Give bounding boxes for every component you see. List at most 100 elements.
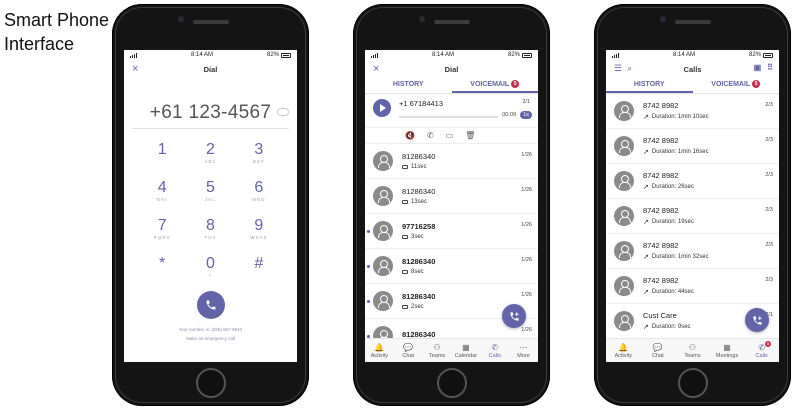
keypad-letters: JKL: [205, 197, 216, 202]
playback-slider[interactable]: [399, 116, 498, 118]
keypad-key-9[interactable]: *: [138, 255, 186, 285]
mute-icon[interactable]: 🔇: [405, 131, 415, 140]
caller-number: 81286340: [402, 330, 436, 338]
outgoing-call-icon: ↗: [643, 219, 649, 226]
home-button[interactable]: [677, 368, 708, 398]
call-history-row[interactable]: 8742 8982 ↗ Duration: 1min 32sec 2/3: [606, 234, 779, 269]
keypad-key-7[interactable]: 8 TUV: [186, 217, 234, 247]
call-button[interactable]: [196, 291, 225, 319]
active-voicemail[interactable]: +1 67184413 2/1 00:09 1x: [365, 94, 538, 128]
nav-calendar[interactable]: ▦ Calendar: [451, 339, 480, 362]
nav-activity[interactable]: 🔔 Activity: [365, 339, 394, 362]
contacts-icon[interactable]: ▣: [754, 63, 762, 72]
voicemail-row[interactable]: 81286340 8sec 1/26: [365, 249, 538, 284]
voicemail-badge: 5: [752, 80, 761, 88]
tab-history[interactable]: HISTORY: [365, 78, 452, 93]
avatar: [614, 276, 634, 296]
nav-calls[interactable]: ✆ Calls 5: [744, 339, 779, 362]
menu-icon[interactable]: ☰: [614, 63, 622, 73]
caller-number: 81286340: [402, 292, 436, 301]
voicemail-row[interactable]: 81286340 13sec 1/26: [365, 179, 538, 214]
keypad-key-6[interactable]: 7 PQRS: [138, 217, 186, 247]
close-icon[interactable]: ×: [132, 63, 138, 75]
close-icon[interactable]: ×: [373, 63, 379, 75]
play-icon[interactable]: [373, 99, 391, 117]
contact-card-icon[interactable]: ▭: [446, 131, 454, 140]
call-duration-line: ↗ Duration: 9sec: [643, 323, 691, 331]
nav-calls[interactable]: ✆ Calls: [480, 339, 509, 362]
keypad-digit: 8: [206, 217, 215, 234]
signal-icon: [612, 52, 619, 58]
keypad-key-1[interactable]: 2 ABC: [186, 141, 234, 171]
your-number-text: Your number is: (555) 867-8543: [178, 327, 243, 332]
call-history-row[interactable]: 8742 8982 ↗ Duration: 26sec 2/3: [606, 164, 779, 199]
call-duration-line: ↗ Duration: 26sec: [643, 183, 694, 191]
nav-label: Calls: [755, 352, 768, 359]
caller-number: 8742 8982: [643, 101, 679, 110]
keypad-key-8[interactable]: 9 WXYZ: [235, 217, 283, 247]
caller-number: 8742 8982: [643, 171, 679, 180]
dialed-number-display[interactable]: +61 123-4567: [124, 98, 297, 128]
voicemail-row[interactable]: 97716258 3sec 1/26: [365, 214, 538, 249]
delete-icon[interactable]: 🗑: [465, 131, 475, 140]
nav-chat[interactable]: 💬 Chat: [641, 339, 676, 362]
voicemail-row[interactable]: 81286340 11sec 1/26: [365, 144, 538, 179]
nav-meetings[interactable]: ▦ Meetings: [710, 339, 745, 362]
teams-icon: ⚇: [688, 342, 697, 352]
nav-activity[interactable]: 🔔 Activity: [606, 339, 641, 362]
backspace-icon[interactable]: [277, 108, 289, 116]
voicemail-duration: 2sec: [411, 304, 424, 310]
dial-title: Dial: [203, 64, 218, 74]
emergency-call-link[interactable]: Make an emergency call: [124, 334, 297, 343]
call-count: 2/3: [765, 172, 773, 178]
call-history-row[interactable]: 8742 8982 ↗ Duration: 1min 16sec 2/3: [606, 129, 779, 164]
call-history-row[interactable]: 8742 8982 ↗ Duration: 19sec 2/3: [606, 199, 779, 234]
row-text: 81286340 2sec: [402, 292, 435, 310]
status-bar: 8:14 AM 82%: [606, 50, 779, 60]
keypad-key-2[interactable]: 3 DEF: [235, 141, 283, 171]
call-history-row[interactable]: 8742 8982 ↗ Duration: 44sec 2/3: [606, 269, 779, 304]
nav-label: Calls: [488, 352, 501, 359]
voicemail-count: 1/26: [521, 152, 532, 158]
nav-label: Chat: [652, 352, 664, 359]
chat-icon: 💬: [403, 342, 414, 352]
tab-voicemail[interactable]: VOICEMAIL 5: [451, 78, 538, 93]
keypad-digit: 7: [157, 217, 167, 234]
keypad-key-4[interactable]: 5 JKL: [186, 179, 234, 209]
nav-teams[interactable]: ⚇ Teams: [675, 339, 710, 362]
playback-speed-button[interactable]: 1x: [520, 111, 532, 119]
tab-history-label: HISTORY: [633, 81, 665, 88]
keypad-key-0[interactable]: 1: [138, 141, 186, 171]
search-icon[interactable]: ⌕: [627, 63, 632, 73]
voicemail-actions: 🔇 ✆ ▭ 🗑: [365, 128, 538, 144]
keypad: 1 2 ABC 3 DEF 4 GHI 5 JKL 6 MNO 7 PQRS 8 TUV 9 WXYZ * 0 + #: [124, 141, 297, 285]
avatar: [614, 311, 634, 331]
voicemail-duration-line: 13sec: [402, 199, 435, 205]
nav-label: Meetings: [715, 352, 739, 359]
call-history-row[interactable]: 8742 8982 ↗ Duration: 1min 10sec 2/3: [606, 94, 779, 129]
keypad-key-11[interactable]: #: [235, 255, 283, 285]
keypad-key-5[interactable]: 6 MNO: [235, 179, 283, 209]
nav-chat[interactable]: 💬 Chat: [394, 339, 423, 362]
nav-label: Activity: [614, 352, 632, 359]
call-history-list[interactable]: 8742 8982 ↗ Duration: 1min 10sec 2/3 8742 89…: [606, 94, 779, 338]
teams-icon: ⚇: [433, 342, 441, 352]
dialpad-icon[interactable]: ⠿: [767, 63, 773, 72]
call-back-icon[interactable]: ✆: [427, 131, 434, 140]
new-call-button[interactable]: [502, 304, 526, 328]
keypad-key-3[interactable]: 4 GHI: [138, 179, 186, 209]
home-button[interactable]: [436, 368, 467, 398]
caller-number: 8742 8982: [643, 276, 679, 285]
nav-more[interactable]: ⋯ More: [509, 339, 538, 362]
call-duration: Duration: 9sec: [651, 324, 691, 330]
home-button[interactable]: [195, 368, 226, 398]
nav-teams[interactable]: ⚇ Teams: [423, 339, 452, 362]
keypad-key-10[interactable]: 0 +: [186, 255, 234, 285]
meetings-icon: ▦: [723, 342, 731, 352]
row-text: Cust Care ↗ Duration: 9sec: [643, 311, 691, 331]
tab-voicemail[interactable]: VOICEMAIL 5: [693, 78, 780, 93]
tab-history[interactable]: HISTORY: [606, 78, 693, 93]
new-call-button[interactable]: [745, 308, 769, 332]
outgoing-call-icon: ↗: [643, 324, 649, 331]
activity-icon: 🔔: [618, 342, 629, 352]
